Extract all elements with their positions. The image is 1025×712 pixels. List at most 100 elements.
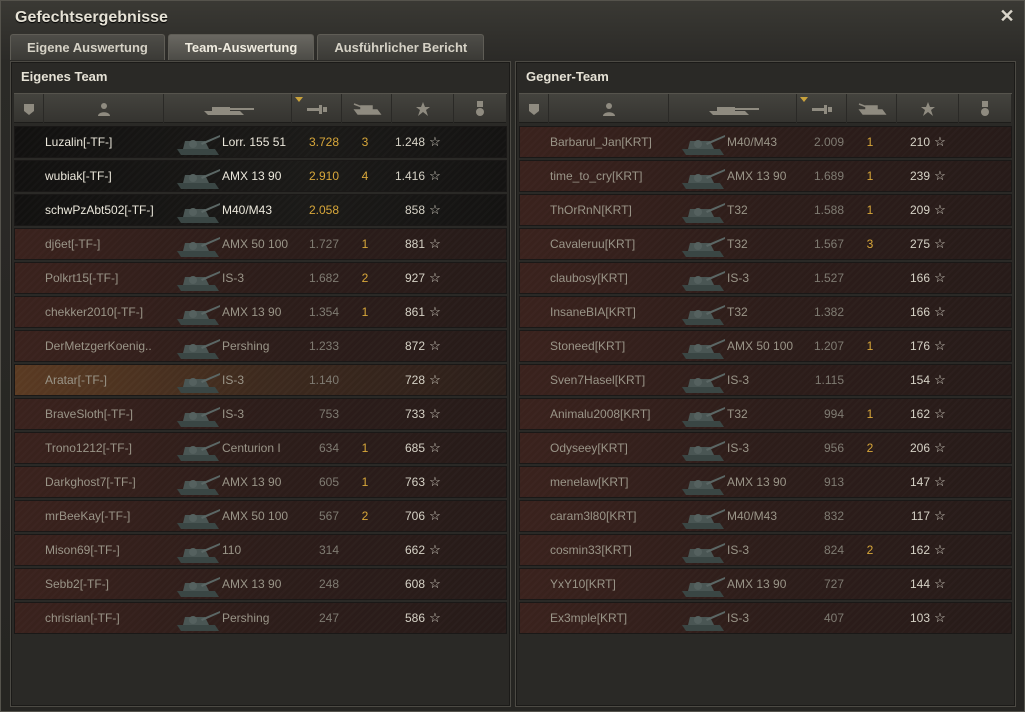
xp-star-icon: ☆ — [934, 610, 946, 625]
player-row[interactable]: chrisrian[-TF-] Pershing 247 586 ☆ — [14, 602, 507, 634]
xp-star-icon[interactable] — [392, 94, 454, 123]
player-name: chekker2010[-TF-] — [45, 305, 144, 319]
kills-value — [355, 331, 375, 361]
player-row[interactable]: Cavaleruu[KRT] T32 1.567 3 275 ☆ — [519, 228, 1012, 260]
player-row[interactable]: Odyseey[KRT] IS-3 956 2 206 ☆ — [519, 432, 1012, 464]
player-name: Ex3mple[KRT] — [550, 611, 628, 625]
player-name: Polkrt15[-TF-] — [45, 271, 119, 285]
tank-icon[interactable] — [164, 94, 292, 123]
xp-value: 685 — [404, 441, 425, 455]
player-row[interactable]: Sebb2[-TF-] AMX 13 90 248 608 ☆ — [14, 568, 507, 600]
player-row[interactable]: BraveSloth[-TF-] IS-3 753 733 ☆ — [14, 398, 507, 430]
rank-badge-icon[interactable] — [14, 94, 44, 123]
damage-value: 314 — [318, 543, 339, 557]
xp-star-icon: ☆ — [429, 372, 441, 387]
damage-value: 1.115 — [814, 373, 844, 387]
tank-icon — [680, 127, 726, 157]
player-name: Trono1212[-TF-] — [45, 441, 132, 455]
tank-icon — [175, 127, 221, 157]
player-name: caram3l80[KRT] — [550, 509, 637, 523]
kills-icon[interactable] — [847, 94, 897, 123]
damage-value: 407 — [823, 611, 844, 625]
xp-star-icon: ☆ — [934, 134, 946, 149]
kills-value — [355, 195, 375, 225]
tab-own-evaluation[interactable]: Eigene Auswertung — [10, 34, 165, 60]
xp-star-icon: ☆ — [934, 202, 946, 217]
player-row[interactable]: Animalu2008[KRT] T32 994 1 162 ☆ — [519, 398, 1012, 430]
xp-star-icon: ☆ — [934, 168, 946, 183]
damage-icon[interactable] — [292, 94, 342, 123]
player-row[interactable]: YxY10[KRT] AMX 13 90 727 144 ☆ — [519, 568, 1012, 600]
xp-value: 166 — [909, 305, 930, 319]
player-row[interactable]: caram3l80[KRT] M40/M43 832 117 ☆ — [519, 500, 1012, 532]
tab-detailed-report[interactable]: Ausführlicher Bericht — [317, 34, 485, 60]
close-icon[interactable]: ✕ — [998, 7, 1016, 25]
player-row[interactable]: chekker2010[-TF-] AMX 13 90 1.354 1 861 ☆ — [14, 296, 507, 328]
damage-icon[interactable] — [797, 94, 847, 123]
tank-icon — [175, 603, 221, 633]
tank-icon — [175, 467, 221, 497]
player-row[interactable]: InsaneBIA[KRT] T32 1.382 166 ☆ — [519, 296, 1012, 328]
player-row[interactable]: schwPzAbt502[-TF-] M40/M43 2.058 858 ☆ — [14, 194, 507, 226]
player-name: BraveSloth[-TF-] — [45, 407, 134, 421]
player-name: Sebb2[-TF-] — [45, 577, 110, 591]
player-row[interactable]: Darkghost7[-TF-] AMX 13 90 605 1 763 ☆ — [14, 466, 507, 498]
player-row[interactable]: claubosy[KRT] IS-3 1.527 166 ☆ — [519, 262, 1012, 294]
player-row[interactable]: cosmin33[KRT] IS-3 824 2 162 ☆ — [519, 534, 1012, 566]
xp-star-icon: ☆ — [429, 304, 441, 319]
player-icon[interactable] — [549, 94, 669, 123]
tank-icon[interactable] — [669, 94, 797, 123]
player-row[interactable]: Polkrt15[-TF-] IS-3 1.682 2 927 ☆ — [14, 262, 507, 294]
damage-value: 247 — [318, 611, 339, 625]
tank-icon — [175, 535, 221, 565]
damage-value: 2.009 — [813, 135, 844, 149]
player-row[interactable]: Aratar[-TF-] IS-3 1.140 728 ☆ — [14, 364, 507, 396]
xp-star-icon: ☆ — [429, 236, 441, 251]
player-name: time_to_cry[KRT] — [550, 169, 643, 183]
xp-star-icon[interactable] — [897, 94, 959, 123]
player-row[interactable]: wubiak[-TF-] AMX 13 90 2.910 4 1.416 ☆ — [14, 160, 507, 192]
kills-value: 2 — [361, 271, 369, 285]
xp-star-icon: ☆ — [934, 576, 946, 591]
kills-value — [860, 569, 880, 599]
rank-badge-icon[interactable] — [519, 94, 549, 123]
xp-value: 147 — [909, 475, 930, 489]
player-row[interactable]: Ex3mple[KRT] IS-3 407 103 ☆ — [519, 602, 1012, 634]
player-row[interactable]: Sven7Hasel[KRT] IS-3 1.115 154 ☆ — [519, 364, 1012, 396]
kills-value — [355, 603, 375, 633]
player-icon[interactable] — [44, 94, 164, 123]
xp-star-icon: ☆ — [934, 474, 946, 489]
player-row[interactable]: Luzalin[-TF-] Lorr. 155 51 3.728 3 1.248 ☆ — [14, 126, 507, 158]
xp-star-icon: ☆ — [429, 440, 441, 455]
tank-icon — [175, 501, 221, 531]
player-row[interactable]: mrBeeKay[-TF-] AMX 50 100 567 2 706 ☆ — [14, 500, 507, 532]
player-row[interactable]: menelaw[KRT] AMX 13 90 913 147 ☆ — [519, 466, 1012, 498]
player-row[interactable]: time_to_cry[KRT] AMX 13 90 1.689 1 239 ☆ — [519, 160, 1012, 192]
player-row[interactable]: DerMetzgerKoenig.. Pershing 1.233 872 ☆ — [14, 330, 507, 362]
damage-value: 1.140 — [308, 373, 339, 387]
player-row[interactable]: Mison69[-TF-] 110 314 662 ☆ — [14, 534, 507, 566]
xp-value: 927 — [404, 271, 425, 285]
xp-value: 210 — [909, 135, 930, 149]
player-row[interactable]: Trono1212[-TF-] Centurion I 634 1 685 ☆ — [14, 432, 507, 464]
player-row[interactable]: Stoneed[KRT] AMX 50 100 1.207 1 176 ☆ — [519, 330, 1012, 362]
medal-icon[interactable] — [454, 94, 507, 123]
tab-bar: Eigene Auswertung Team-Auswertung Ausfüh… — [10, 34, 485, 60]
tab-team-evaluation[interactable]: Team-Auswertung — [167, 34, 315, 60]
player-name: InsaneBIA[KRT] — [550, 305, 636, 319]
xp-value: 881 — [404, 237, 425, 251]
kills-icon[interactable] — [342, 94, 392, 123]
medal-icon[interactable] — [959, 94, 1012, 123]
damage-value: 1.588 — [813, 203, 844, 217]
xp-star-icon: ☆ — [934, 372, 946, 387]
kills-value: 1 — [866, 135, 874, 149]
player-row[interactable]: ThOrRnN[KRT] T32 1.588 1 209 ☆ — [519, 194, 1012, 226]
tank-icon — [680, 603, 726, 633]
kills-value — [860, 263, 880, 293]
player-row[interactable]: dj6et[-TF-] AMX 50 100 1.727 1 881 ☆ — [14, 228, 507, 260]
xp-value: 275 — [909, 237, 930, 251]
player-row[interactable]: Barbarul_Jan[KRT] M40/M43 2.009 1 210 ☆ — [519, 126, 1012, 158]
damage-value: 913 — [823, 475, 844, 489]
damage-value: 634 — [318, 441, 339, 455]
xp-value: 176 — [909, 339, 930, 353]
